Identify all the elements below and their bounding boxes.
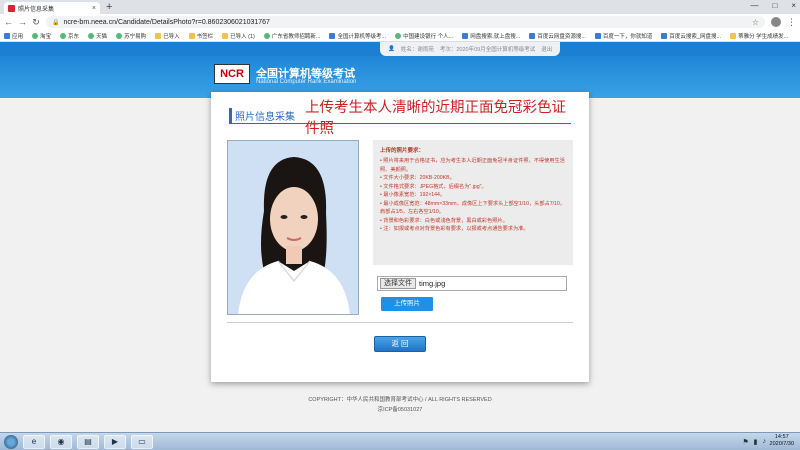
bookmark-item[interactable]: 网盘搜索,就上盘搜... — [462, 32, 520, 40]
network-icon[interactable]: ▮ — [754, 438, 758, 446]
system-clock[interactable]: 14:57 2020/7/30 — [770, 434, 794, 448]
photo-upload-panel: 照片信息采集 上传考生本人清晰的近期正面免冠彩色证件照 上传的照片要求： • 照… — [211, 92, 589, 382]
section-divider — [229, 123, 571, 124]
user-name: 姓名：谢雨苑 — [400, 47, 434, 53]
file-explorer-icon[interactable]: ▤ — [77, 434, 99, 449]
globe-icon — [395, 32, 402, 39]
window-icon[interactable]: ▭ — [131, 434, 153, 449]
bookmark-folder[interactable]: 已导入 — [155, 32, 180, 40]
bookmark-item[interactable]: 百度云网盘资源搜... — [529, 32, 586, 40]
forward-arrow-icon[interactable]: → — [18, 17, 27, 27]
bookmarks-bar: 应用 淘宝 京东 天猫 苏宁易购 已导入 书签栏 已导入 (1) 广东省教师招聘… — [0, 30, 800, 42]
bookmark-star-icon[interactable]: ☆ — [752, 18, 759, 27]
browser-tab[interactable]: 照片信息采集 × — [4, 2, 100, 14]
globe-icon — [116, 32, 123, 39]
page-icon — [329, 32, 336, 39]
upload-photo-button[interactable]: 上传照片 — [381, 297, 433, 311]
bookmark-item[interactable]: 京东 — [60, 32, 79, 40]
os-taskbar: e ◉ ▤ ▶ ▭ ⚑ ▮ ♪ 14:57 2020/7/30 — [0, 432, 800, 450]
account-avatar-icon[interactable] — [771, 17, 781, 27]
chrome-icon[interactable]: ◉ — [50, 434, 72, 449]
globe-icon — [60, 32, 67, 39]
bookmark-folder[interactable]: 书签栏 — [188, 32, 213, 40]
requirement-item: • 文件格式要求：JPEG格式，后缀名为".jpg"。 — [380, 183, 487, 190]
bookmark-item[interactable]: 广东省教师招聘新... — [263, 32, 320, 40]
clock-time: 14:57 — [774, 434, 789, 440]
globe-icon — [263, 32, 270, 39]
apps-icon — [4, 32, 10, 39]
user-icon: 👤 — [388, 46, 395, 52]
requirement-item: • 照片将来用于合格证书，应为考生本人近期正面免冠半身证件照，不得使用生活照、美… — [380, 158, 565, 173]
page-heading: 上传考生本人清晰的近期正面免冠彩色证件照 — [305, 100, 566, 137]
flag-icon[interactable]: ⚑ — [742, 438, 748, 446]
minimize-button[interactable]: — — [750, 1, 758, 10]
bookmark-item[interactable]: 百度云搜索_网盘搜... — [661, 32, 721, 40]
bookmark-item[interactable]: 百度一下，你就知道 — [594, 32, 652, 40]
back-arrow-icon[interactable]: ← — [4, 17, 13, 27]
folder-icon — [222, 32, 229, 39]
tab-close-icon[interactable]: × — [92, 5, 96, 12]
page-icon — [730, 32, 737, 39]
bookmark-item[interactable]: 蒂雅分 学生成绩发... — [730, 32, 788, 40]
requirement-item: • 文件大小要求：20KB-200KB。 — [380, 175, 455, 181]
page-icon — [661, 32, 668, 39]
bookmark-item[interactable]: 淘宝 — [32, 32, 51, 40]
logout-link[interactable]: 退出 — [541, 45, 552, 53]
back-button[interactable]: 返 回 — [374, 336, 426, 352]
maximize-button[interactable]: □ — [772, 1, 777, 10]
footer-copyright: COPYRIGHT：中华人民共和国教育部考试中心 / ALL RIGHTS RE… — [308, 397, 492, 403]
volume-icon[interactable]: ♪ — [763, 438, 767, 446]
panel-divider — [227, 322, 573, 323]
exam-session: 考次：2020年09月全国计算机等级考试 — [439, 47, 536, 53]
menu-kebab-icon[interactable]: ⋮ — [787, 17, 796, 28]
requirement-item: • 最小成像区宽范：48mm×33mm，成像区上下要求头上部空1/10，头部占7… — [380, 200, 565, 216]
browser-tab-strip: 照片信息采集 × + — □ × — [0, 0, 800, 14]
requirement-item: • 最小像素宽范：192×144。 — [380, 192, 446, 198]
page-icon — [462, 32, 469, 39]
reload-icon[interactable]: ↻ — [32, 17, 40, 28]
globe-icon — [32, 32, 39, 39]
bookmark-item[interactable]: 中国建设银行 个人... — [395, 32, 453, 40]
new-tab-button[interactable]: + — [106, 1, 112, 13]
choose-file-button[interactable]: 选择文件 — [380, 278, 416, 289]
bookmark-item[interactable]: 苏宁易购 — [116, 32, 146, 40]
user-info-bar: 👤 姓名：谢雨苑 考次：2020年09月全国计算机等级考试 退出 — [380, 42, 561, 56]
window-close-button[interactable]: × — [791, 1, 796, 10]
footer-icp: 京ICP备05031027 — [377, 407, 423, 413]
site-favicon-icon — [8, 4, 15, 12]
media-player-icon[interactable]: ▶ — [104, 434, 126, 449]
clock-date: 2020/7/30 — [769, 441, 794, 447]
browser-toolbar: ← → ↻ 🔒 ncre-bm.neea.cn/Candidate/Detail… — [0, 14, 800, 30]
globe-icon — [88, 32, 95, 39]
window-controls: — □ × — [750, 1, 796, 10]
address-bar[interactable]: 🔒 ncre-bm.neea.cn/Candidate/DetailsPhoto… — [46, 16, 765, 28]
file-input[interactable]: 选择文件 timg.jpg — [377, 276, 567, 291]
folder-icon — [155, 32, 162, 39]
selected-file-name: timg.jpg — [419, 279, 446, 288]
bookmark-item[interactable]: 天猫 — [88, 32, 107, 40]
page-icon — [529, 32, 536, 39]
paw-icon — [594, 32, 601, 39]
tab-title: 照片信息采集 — [18, 6, 55, 13]
ncre-logo: NCR — [214, 64, 250, 84]
requirement-item: • 注：如报或考点对背景色彩有要求，以报或考点通告要求为准。 — [380, 226, 529, 232]
system-tray: ⚑ ▮ ♪ — [742, 438, 766, 446]
site-subtitle: National Computer Rank Examination — [256, 79, 357, 85]
requirements-title: 上传的照片要求： — [380, 148, 425, 154]
bookmark-folder[interactable]: 已导入 (1) — [222, 32, 255, 40]
lock-icon: 🔒 — [52, 19, 60, 26]
photo-requirements-box: 上传的照片要求： • 照片将来用于合格证书，应为考生本人近期正面免冠半身证件照，… — [373, 140, 573, 265]
bookmark-item[interactable]: 全国计算机等级考... — [329, 32, 386, 40]
section-label: 照片信息采集 — [229, 108, 295, 123]
id-photo-preview — [227, 140, 359, 315]
url-text: ncre-bm.neea.cn/Candidate/DetailsPhoto?r… — [63, 18, 270, 26]
requirement-item: • 背景和色彩要求：白色或浅色背景，黑白或彩色照片。 — [380, 217, 508, 224]
portrait-image — [228, 141, 358, 314]
folder-icon — [188, 32, 195, 39]
bookmark-item[interactable]: 应用 — [4, 32, 23, 40]
site-top-strip: 👤 姓名：谢雨苑 考次：2020年09月全国计算机等级考试 退出 — [0, 42, 800, 56]
start-button-icon[interactable] — [4, 434, 18, 449]
ie-browser-icon[interactable]: e — [23, 434, 45, 449]
